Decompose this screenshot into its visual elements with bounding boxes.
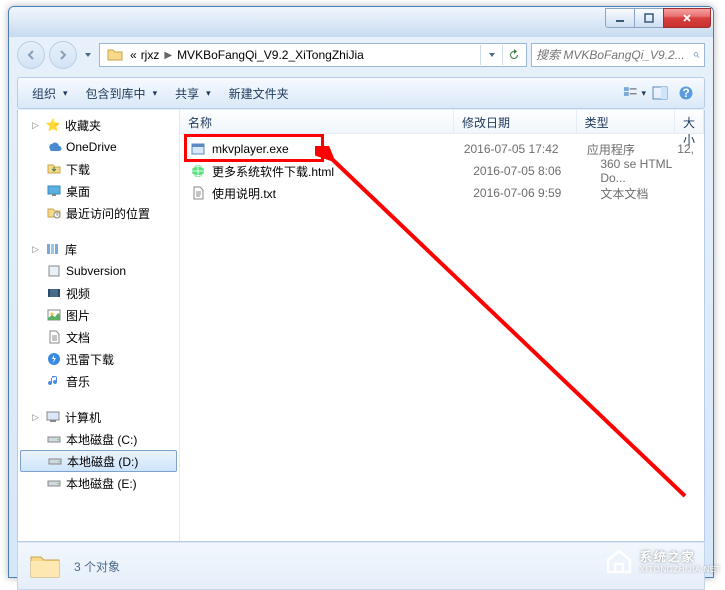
breadcrumb-seg[interactable]: rjxz xyxy=(139,48,162,62)
view-button[interactable]: ▾ xyxy=(622,81,646,105)
sidebar-item-onedrive[interactable]: OneDrive xyxy=(18,136,179,158)
breadcrumb-prefix[interactable]: « xyxy=(128,48,139,62)
column-date[interactable]: 修改日期 xyxy=(454,110,577,133)
video-icon xyxy=(46,285,62,301)
file-row[interactable]: 更多系统软件下载.html 2016-07-05 8:06 360 se HTM… xyxy=(180,160,704,182)
share-button[interactable]: 共享 xyxy=(167,81,219,106)
txt-icon xyxy=(190,185,206,201)
sidebar-item-documents[interactable]: 文档 xyxy=(18,326,179,348)
picture-icon xyxy=(46,307,62,323)
file-name: mkvplayer.exe xyxy=(212,142,289,156)
column-type[interactable]: 类型 xyxy=(577,110,675,133)
file-list-area[interactable]: 名称 修改日期 类型 大小 mkvplayer.exe 2016-07-05 1… xyxy=(180,110,704,541)
svg-text:?: ? xyxy=(682,86,689,100)
organize-button[interactable]: 组织 xyxy=(24,81,76,106)
include-library-button[interactable]: 包含到库中 xyxy=(78,81,166,106)
new-folder-button[interactable]: 新建文件夹 xyxy=(221,81,297,106)
drive-icon xyxy=(46,431,62,447)
status-bar: 3 个对象 xyxy=(17,542,705,590)
breadcrumb-seg[interactable]: MVKBoFangQi_V9.2_XiTongZhiJia xyxy=(175,48,366,62)
desktop-icon xyxy=(46,183,62,199)
computer-icon xyxy=(45,409,61,425)
favorites-group[interactable]: ▷⭐收藏夹 xyxy=(18,114,179,136)
folder-icon xyxy=(28,549,62,583)
back-button[interactable] xyxy=(17,41,45,69)
sidebar-item-desktop[interactable]: 桌面 xyxy=(18,180,179,202)
search-input[interactable] xyxy=(536,48,693,62)
drive-icon xyxy=(47,453,63,469)
watermark: 系统之家 XITONGZHIJIA.NET xyxy=(604,546,721,576)
sidebar-item-xunlei[interactable]: 迅雷下载 xyxy=(18,348,179,370)
sidebar-item-music[interactable]: 音乐 xyxy=(18,370,179,392)
sidebar-item-subversion[interactable]: Subversion xyxy=(18,260,179,282)
column-headers: 名称 修改日期 类型 大小 xyxy=(180,110,704,134)
computer-group[interactable]: ▷计算机 xyxy=(18,406,179,428)
file-date: 2016-07-06 9:59 xyxy=(465,186,592,200)
titlebar[interactable] xyxy=(9,7,713,37)
toolbar: 组织 包含到库中 共享 新建文件夹 ▾ ? xyxy=(17,77,705,109)
file-size: 12, xyxy=(677,142,704,156)
content-area: ▷⭐收藏夹 OneDrive 下载 桌面 最近访问的位置 ▷库 Subversi… xyxy=(17,110,705,542)
minimize-button[interactable] xyxy=(605,8,635,28)
status-text: 3 个对象 xyxy=(74,558,120,575)
svn-icon xyxy=(46,263,62,279)
sidebar[interactable]: ▷⭐收藏夹 OneDrive 下载 桌面 最近访问的位置 ▷库 Subversi… xyxy=(18,110,180,541)
file-date: 2016-07-05 17:42 xyxy=(456,142,579,156)
preview-pane-button[interactable] xyxy=(648,81,672,105)
nav-history-dropdown[interactable] xyxy=(81,45,95,65)
column-size[interactable]: 大小 xyxy=(675,110,704,133)
file-type: 文本文档 xyxy=(592,185,694,202)
close-button[interactable] xyxy=(663,8,711,28)
document-icon xyxy=(46,329,62,345)
music-icon xyxy=(46,373,62,389)
file-date: 2016-07-05 8:06 xyxy=(465,164,592,178)
file-type: 360 se HTML Do... xyxy=(592,157,694,185)
maximize-button[interactable] xyxy=(634,8,664,28)
drive-icon xyxy=(46,475,62,491)
watermark-logo-icon xyxy=(604,546,634,576)
file-row[interactable]: 使用说明.txt 2016-07-06 9:59 文本文档 xyxy=(180,182,704,204)
download-icon xyxy=(46,161,62,177)
search-bar[interactable] xyxy=(531,43,705,67)
recent-icon xyxy=(46,205,62,221)
folder-icon xyxy=(106,46,124,64)
file-name: 更多系统软件下载.html xyxy=(212,163,334,180)
file-type: 应用程序 xyxy=(579,141,677,158)
sidebar-item-pictures[interactable]: 图片 xyxy=(18,304,179,326)
sidebar-item-downloads[interactable]: 下载 xyxy=(18,158,179,180)
library-icon xyxy=(45,241,61,257)
forward-button[interactable] xyxy=(49,41,77,69)
sidebar-item-drive-d[interactable]: 本地磁盘 (D:) xyxy=(20,450,177,472)
xunlei-icon xyxy=(46,351,62,367)
sidebar-item-videos[interactable]: 视频 xyxy=(18,282,179,304)
libraries-group[interactable]: ▷库 xyxy=(18,238,179,260)
cloud-icon xyxy=(46,139,62,155)
exe-icon xyxy=(190,141,206,157)
refresh-button[interactable] xyxy=(502,45,524,65)
help-button[interactable]: ? xyxy=(674,81,698,105)
sidebar-item-recent[interactable]: 最近访问的位置 xyxy=(18,202,179,224)
column-name[interactable]: 名称 xyxy=(180,110,454,133)
file-list: mkvplayer.exe 2016-07-05 17:42 应用程序 12, … xyxy=(180,134,704,204)
file-name: 使用说明.txt xyxy=(212,185,276,202)
address-dropdown[interactable] xyxy=(480,45,502,65)
star-icon: ⭐ xyxy=(45,117,61,133)
breadcrumb-sep: ▶ xyxy=(161,50,175,61)
search-icon[interactable] xyxy=(693,47,700,63)
address-bar[interactable]: « rjxz ▶ MVKBoFangQi_V9.2_XiTongZhiJia xyxy=(99,43,527,67)
sidebar-item-drive-e[interactable]: 本地磁盘 (E:) xyxy=(18,472,179,494)
html-icon xyxy=(190,163,206,179)
sidebar-item-drive-c[interactable]: 本地磁盘 (C:) xyxy=(18,428,179,450)
nav-bar: « rjxz ▶ MVKBoFangQi_V9.2_XiTongZhiJia xyxy=(17,37,705,73)
explorer-window: « rjxz ▶ MVKBoFangQi_V9.2_XiTongZhiJia 组… xyxy=(8,6,714,578)
